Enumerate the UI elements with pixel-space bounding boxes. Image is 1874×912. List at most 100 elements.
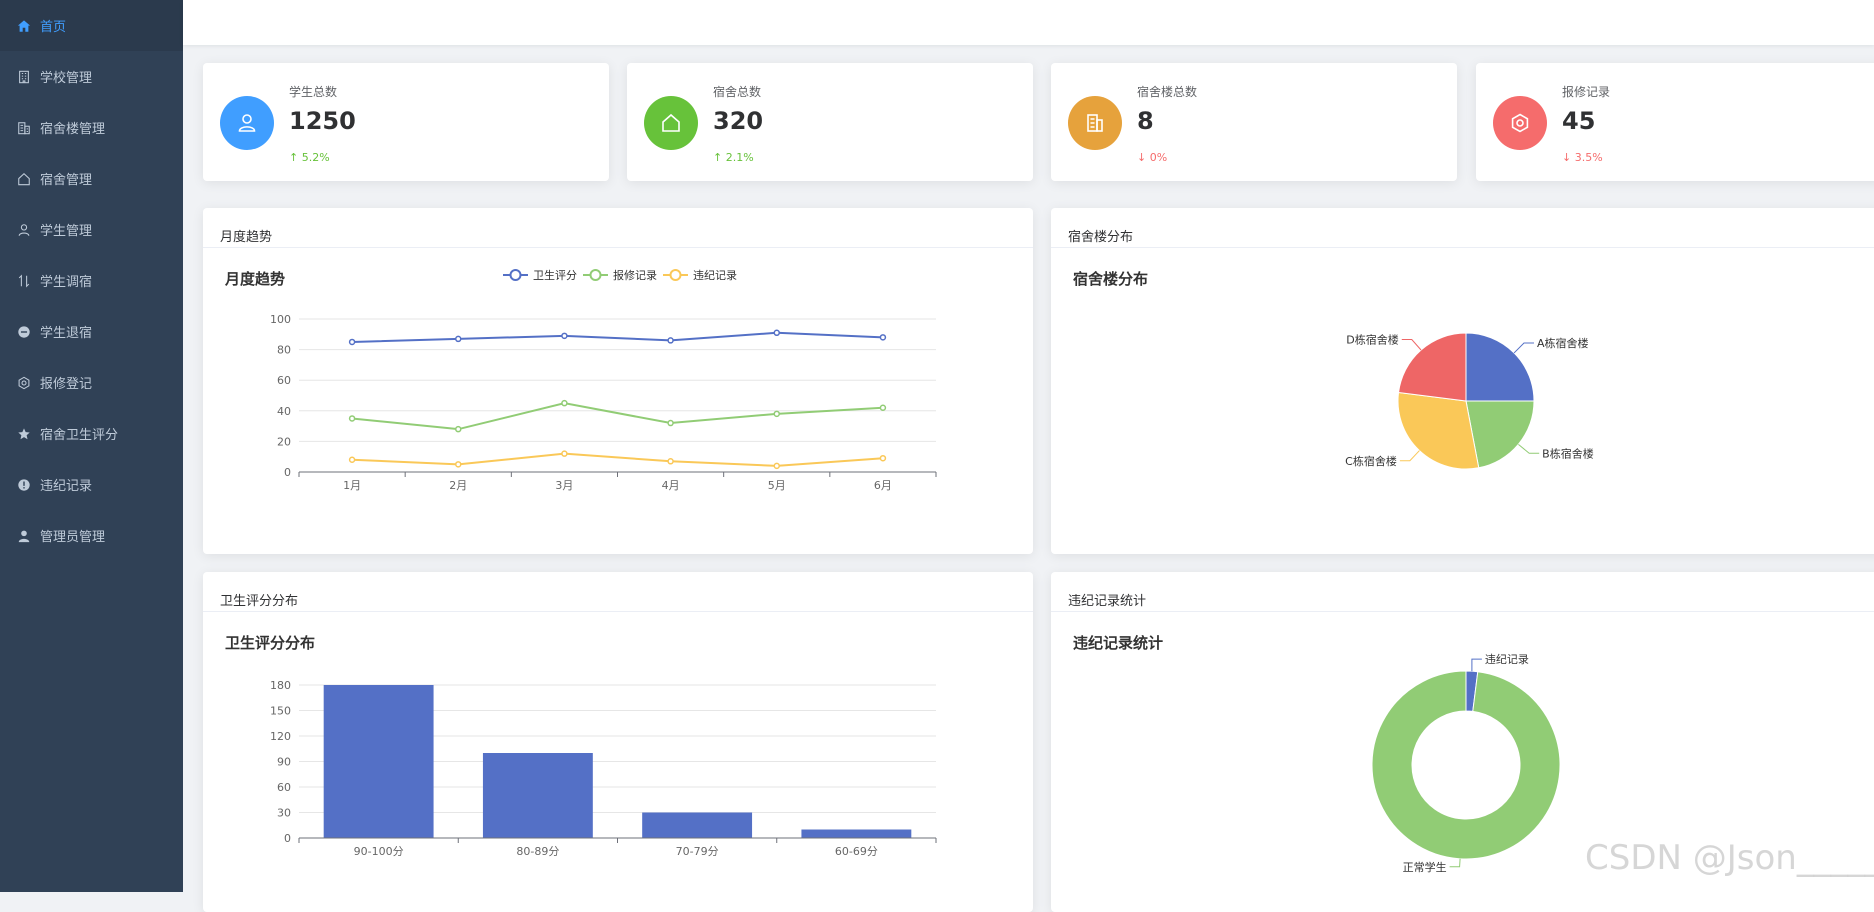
slice-label: A栋宿舍楼	[1537, 336, 1589, 350]
y-tick-label: 80	[277, 344, 291, 357]
stat-trend: ↓ 0%	[1137, 151, 1167, 164]
hygiene-score-panel: 卫生评分分布 卫生评分分布 0 30 60 90 120 150 180 90-100分 80-…	[203, 572, 1033, 912]
data-point	[348, 415, 356, 422]
stat-card-buildings: 宿舍楼总数 8 ↓ 0%	[1051, 63, 1457, 181]
arrow-up-icon: ↑	[713, 151, 726, 164]
admin-user-icon	[18, 530, 30, 542]
data-point	[667, 419, 674, 427]
office-building-icon	[19, 70, 29, 83]
user-icon	[18, 223, 30, 236]
x-tick-label: 2月	[449, 479, 467, 492]
data-point	[879, 404, 887, 411]
y-tick-label: 0	[284, 466, 291, 479]
data-point	[879, 334, 887, 341]
house-icon	[662, 113, 680, 132]
bar	[642, 812, 753, 838]
stat-label: 学生总数	[289, 85, 338, 99]
stat-value: 45	[1562, 107, 1596, 135]
x-tick-label: 5月	[768, 479, 786, 492]
sidebar-item-transfer[interactable]: 学生调宿	[0, 255, 183, 306]
legend-label: 报修记录	[613, 268, 657, 282]
label-leader-line	[1471, 658, 1482, 672]
x-tick-label: 3月	[555, 479, 573, 492]
arrow-down-icon: ↓	[1137, 151, 1150, 164]
stat-value: 1250	[289, 107, 356, 135]
slice-label: C栋宿舍楼	[1345, 454, 1397, 468]
data-point	[561, 450, 568, 457]
legend-marker	[669, 269, 682, 281]
series-line	[351, 402, 883, 431]
x-tick-label: 6月	[874, 479, 892, 492]
stat-label: 报修记录	[1562, 85, 1611, 99]
sidebar-item-label: 学生管理	[40, 224, 93, 239]
x-tick-label: 60-69分	[835, 845, 878, 858]
sidebar-item-label: 宿舍管理	[40, 173, 93, 188]
sidebar-item-home[interactable]: 首页	[0, 0, 183, 51]
sidebar-item-hygiene[interactable]: 宿舍卫生评分	[0, 408, 183, 459]
bar-chart: 0 30 60 90 120 150 180 90-100分 80-89分 70-79分 60-69…	[270, 679, 937, 858]
data-point	[773, 410, 780, 418]
star-icon	[18, 427, 30, 439]
sidebar-item-dorm[interactable]: 宿舍管理	[0, 153, 183, 204]
stat-label: 宿舍总数	[713, 85, 762, 99]
top-navbar	[183, 0, 1874, 45]
sidebar-item-label: 宿舍卫生评分	[40, 428, 119, 443]
y-tick-label: 60	[277, 781, 291, 794]
arrow-down-icon: ↓	[1562, 151, 1575, 164]
data-point	[667, 458, 674, 465]
stat-icon-circle	[220, 96, 274, 150]
sidebar-item-violation[interactable]: 违纪记录	[0, 459, 183, 510]
sidebar-item-label: 违纪记录	[40, 479, 93, 494]
legend-marker	[589, 269, 602, 281]
y-tick-label: 30	[277, 807, 291, 820]
y-tick-label: 60	[277, 374, 291, 387]
stat-card-students: 学生总数 1250 ↑ 5.2%	[203, 63, 609, 181]
y-tick-label: 90	[277, 756, 291, 769]
sidebar-item-school[interactable]: 学校管理	[0, 51, 183, 102]
sidebar-item-admin[interactable]: 管理员管理	[0, 510, 183, 561]
gear-icon	[18, 376, 30, 389]
y-tick-label: 40	[277, 405, 291, 418]
sidebar-item-building[interactable]: 宿舍楼管理	[0, 102, 183, 153]
bar	[323, 685, 434, 838]
stat-trend-value: 2.1%	[725, 151, 754, 164]
user-icon	[238, 114, 256, 132]
slice-label: 正常学生	[1403, 860, 1447, 874]
sidebar-item-label: 管理员管理	[40, 530, 106, 545]
label-leader-line	[1449, 858, 1461, 868]
data-point	[667, 337, 674, 344]
building-distribution-panel: 宿舍楼分布 宿舍楼分布 A栋宿舍楼 B栋宿舍楼 C栋宿舍楼 D栋宿舍楼	[1051, 208, 1874, 554]
watermark: CSDN @Json_____	[1585, 838, 1874, 878]
data-point	[879, 454, 887, 462]
sidebar-item-label: 报修登记	[40, 377, 93, 392]
stat-trend-value: 0%	[1149, 151, 1168, 164]
legend-marker	[509, 269, 522, 281]
building-icon	[1087, 114, 1103, 132]
data-point	[773, 462, 780, 470]
swap-icon	[18, 273, 30, 288]
sidebar-item-label: 学生调宿	[40, 275, 93, 290]
data-point	[561, 332, 568, 340]
sidebar-item-repair[interactable]: 报修登记	[0, 357, 183, 408]
x-tick-label: 1月	[343, 479, 361, 492]
monthly-trend-panel: 月度趋势 月度趋势 0 20 40 60 80 100 1月 2月 3月 4月 5月 6月 卫生评分 报修…	[203, 208, 1033, 554]
label-leader-line	[1513, 342, 1534, 354]
line-chart: 0 20 40 60 80 100 1月 2月 3月 4月 5月 6月 卫生评分 报修记录 违纪记录	[270, 268, 937, 492]
legend-label: 卫生评分	[533, 268, 577, 282]
legend-label: 违纪记录	[693, 269, 737, 282]
label-leader-line	[1518, 443, 1540, 454]
sidebar-item-checkout[interactable]: 学生退宿	[0, 306, 183, 357]
sidebar-item-label: 学生退宿	[40, 326, 93, 341]
data-point	[455, 461, 462, 468]
data-point	[455, 335, 462, 343]
stat-trend: ↑ 5.2%	[289, 151, 330, 164]
pie-chart: A栋宿舍楼 B栋宿舍楼 C栋宿舍楼 D栋宿舍楼	[1345, 332, 1594, 470]
stat-card-repairs: 报修记录 45 ↓ 3.5%	[1476, 63, 1874, 181]
series-line	[352, 331, 883, 343]
sidebar-item-label: 学校管理	[40, 71, 93, 86]
stat-trend: ↓ 3.5%	[1562, 151, 1603, 164]
data-point	[348, 338, 356, 346]
stat-card-dorms: 宿舍总数 320 ↑ 2.1%	[627, 63, 1033, 181]
sidebar-item-student[interactable]: 学生管理	[0, 204, 183, 255]
sidebar: 首页 学校管理 宿舍楼管理 宿舍管理 学生管理 学生调宿 学生退宿 报修登记 宿…	[0, 0, 183, 892]
